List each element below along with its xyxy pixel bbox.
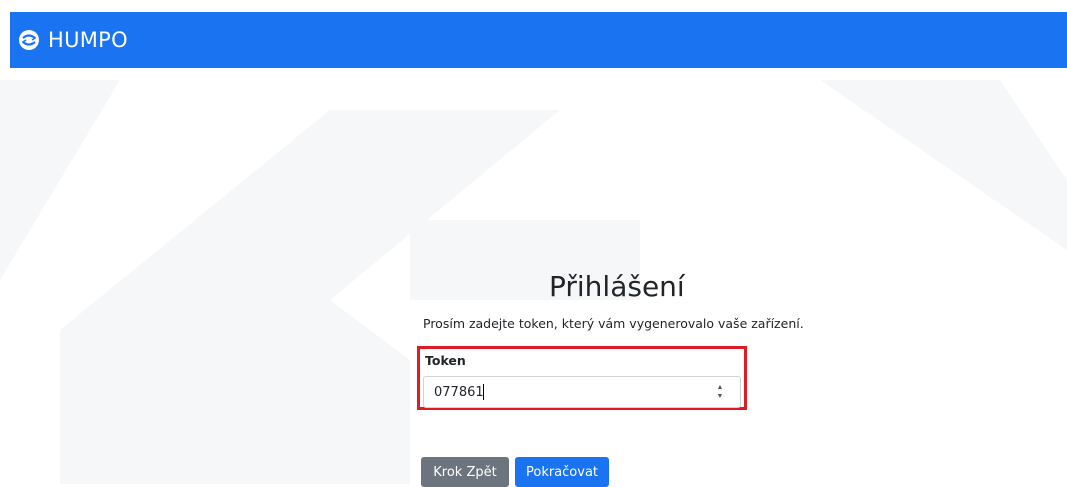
token-label: Token bbox=[425, 353, 466, 368]
instruction-text: Prosím zadejte token, který vám vygenero… bbox=[423, 316, 804, 331]
page-title: Přihlášení bbox=[549, 270, 685, 303]
token-input[interactable] bbox=[424, 383, 706, 401]
text-cursor bbox=[483, 384, 484, 400]
brand-name: HUMPO bbox=[48, 28, 128, 52]
brand-link[interactable]: HUMPO bbox=[18, 28, 128, 52]
spin-down-icon[interactable]: ▼ bbox=[717, 393, 724, 400]
back-button[interactable]: Krok Zpět bbox=[421, 457, 509, 487]
background-decoration bbox=[0, 80, 1067, 484]
humpo-logo-icon bbox=[18, 29, 40, 51]
spin-up-icon[interactable]: ▲ bbox=[717, 384, 724, 391]
number-spinner[interactable]: ▲ ▼ bbox=[716, 384, 724, 400]
top-navbar: HUMPO bbox=[10, 12, 1067, 68]
token-field-highlight: Token ▲ ▼ bbox=[417, 346, 747, 410]
token-input-wrapper[interactable]: ▲ ▼ bbox=[423, 376, 741, 408]
continue-button[interactable]: Pokračovat bbox=[515, 457, 609, 487]
